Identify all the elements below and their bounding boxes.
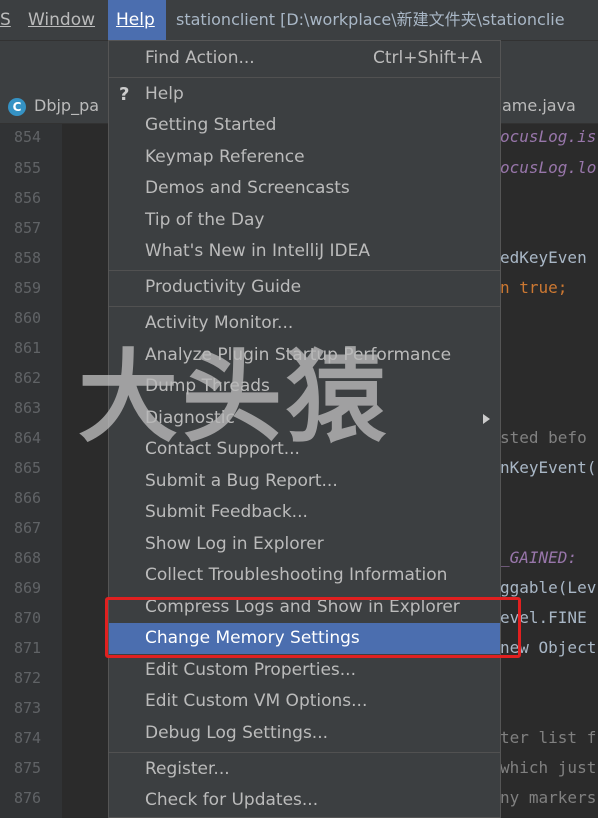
code-fragment: sted befo	[500, 428, 587, 447]
submenu-arrow-icon	[483, 414, 490, 424]
line-number: 876	[14, 789, 42, 807]
menu-item-label: Productivity Guide	[145, 277, 302, 297]
menu-item-help[interactable]: ? Help	[109, 79, 500, 110]
menu-help[interactable]: Help	[108, 0, 166, 40]
code-fragment: which just	[500, 758, 597, 777]
menu-help-label: Help	[116, 10, 155, 30]
menu-item-show-log[interactable]: Show Log in Explorer	[109, 529, 500, 560]
menu-item-label: Show Log in Explorer	[145, 534, 324, 554]
line-number: 863	[14, 399, 42, 417]
menu-item-submit-feedback[interactable]: Submit Feedback...	[109, 497, 500, 528]
highlight-annotation-box	[105, 597, 521, 658]
menu-separator	[109, 752, 500, 753]
line-number: 860	[14, 309, 42, 327]
menu-item-label: Collect Troubleshooting Information	[145, 565, 448, 585]
tab-java-file[interactable]: ame.java	[502, 88, 576, 124]
line-number: 856	[14, 189, 42, 207]
menu-item-check-for-updates[interactable]: Check for Updates...	[109, 785, 500, 816]
code-fragment: ggable(Lev	[500, 578, 597, 597]
menu-item-demos-screencasts[interactable]: Demos and Screencasts	[109, 173, 500, 204]
class-c-icon: C	[8, 97, 26, 116]
code-fragment: _GAINED:	[500, 548, 578, 567]
menu-item-debug-log-settings[interactable]: Debug Log Settings...	[109, 718, 500, 749]
line-number: 872	[14, 669, 42, 687]
line-number: 866	[14, 489, 42, 507]
menu-window-label: Window	[28, 10, 96, 30]
tab-label: ame.java	[502, 96, 576, 115]
menu-item-getting-started[interactable]: Getting Started	[109, 110, 500, 141]
menu-item-submit-bug-report[interactable]: Submit a Bug Report...	[109, 466, 500, 497]
menu-item-truncated[interactable]: S	[0, 0, 14, 40]
tab-label: Dbjp_pa	[34, 96, 100, 115]
line-number: 870	[14, 609, 42, 627]
line-number: 864	[14, 429, 42, 447]
line-number: 861	[14, 339, 42, 357]
menu-separator	[109, 77, 500, 78]
menu-bar: S Window Help stationclient [D:\workplac…	[0, 0, 598, 40]
menu-item-label: What's New in IntelliJ IDEA	[145, 241, 370, 261]
line-number: 857	[14, 219, 42, 237]
line-number: 862	[14, 369, 42, 387]
menu-item-label: Keymap Reference	[145, 147, 305, 167]
code-fragment: ny markers	[500, 788, 597, 807]
menu-item-label: Tip of the Day	[145, 210, 265, 230]
menu-item-register[interactable]: Register...	[109, 754, 500, 785]
code-fragment: nKeyEvent(	[500, 458, 597, 477]
code-fragment: ter list f	[500, 728, 597, 747]
menu-item-edit-custom-properties[interactable]: Edit Custom Properties...	[109, 655, 500, 686]
menu-item-label: Edit Custom VM Options...	[145, 691, 368, 711]
menu-item-find-action[interactable]: Find Action... Ctrl+Shift+A	[109, 43, 500, 74]
menu-separator	[109, 270, 500, 271]
menu-item-collect-troubleshooting[interactable]: Collect Troubleshooting Information	[109, 560, 500, 591]
window-title: stationclient [D:\workplace\新建文件夹\statio…	[176, 10, 565, 29]
menu-item-productivity-guide[interactable]: Productivity Guide	[109, 272, 500, 303]
watermark-text: 大头猿	[78, 339, 390, 456]
menu-separator	[109, 306, 500, 307]
menu-item-label: Getting Started	[145, 115, 277, 135]
menu-window[interactable]: Window	[28, 0, 95, 40]
line-number: 875	[14, 759, 42, 777]
menu-item-label: Demos and Screencasts	[145, 178, 350, 198]
menu-item-whats-new[interactable]: What's New in IntelliJ IDEA	[109, 236, 500, 267]
line-number: 871	[14, 639, 42, 657]
line-number: 867	[14, 519, 42, 537]
line-number: 858	[14, 249, 42, 267]
line-number: 869	[14, 579, 42, 597]
menu-item-label: Edit Custom Properties...	[145, 660, 356, 680]
line-number: 868	[14, 549, 42, 567]
line-number: 854	[14, 128, 42, 146]
menu-item-label: Find Action...	[145, 48, 255, 68]
code-fragment: n true;	[500, 278, 568, 297]
menu-item-shortcut: Ctrl+Shift+A	[372, 48, 482, 68]
line-number: 859	[14, 279, 42, 297]
help-question-icon: ?	[119, 84, 130, 105]
menu-item-keymap-reference[interactable]: Keymap Reference	[109, 142, 500, 173]
line-number: 865	[14, 459, 42, 477]
line-number: 874	[14, 729, 42, 747]
tab-dbjp[interactable]: C Dbjp_pa	[8, 88, 99, 124]
line-number: 855	[14, 159, 42, 177]
menu-item-label: Debug Log Settings...	[145, 723, 329, 743]
menu-item-label: Help	[145, 84, 184, 104]
menu-item-label: Register...	[145, 759, 230, 779]
code-fragment: ocusLog.lo	[500, 158, 597, 177]
menu-item-edit-custom-vm-options[interactable]: Edit Custom VM Options...	[109, 686, 500, 717]
menu-item-label: Submit a Bug Report...	[145, 471, 338, 491]
line-number: 873	[14, 699, 42, 717]
menu-item-label: Check for Updates...	[145, 790, 319, 810]
code-fragment: ocusLog.is	[500, 127, 597, 146]
menu-item-label: S	[0, 10, 11, 30]
code-fragment: edKeyEven	[500, 248, 587, 267]
menu-item-label: Submit Feedback...	[145, 502, 308, 522]
menu-item-tip-of-the-day[interactable]: Tip of the Day	[109, 205, 500, 236]
